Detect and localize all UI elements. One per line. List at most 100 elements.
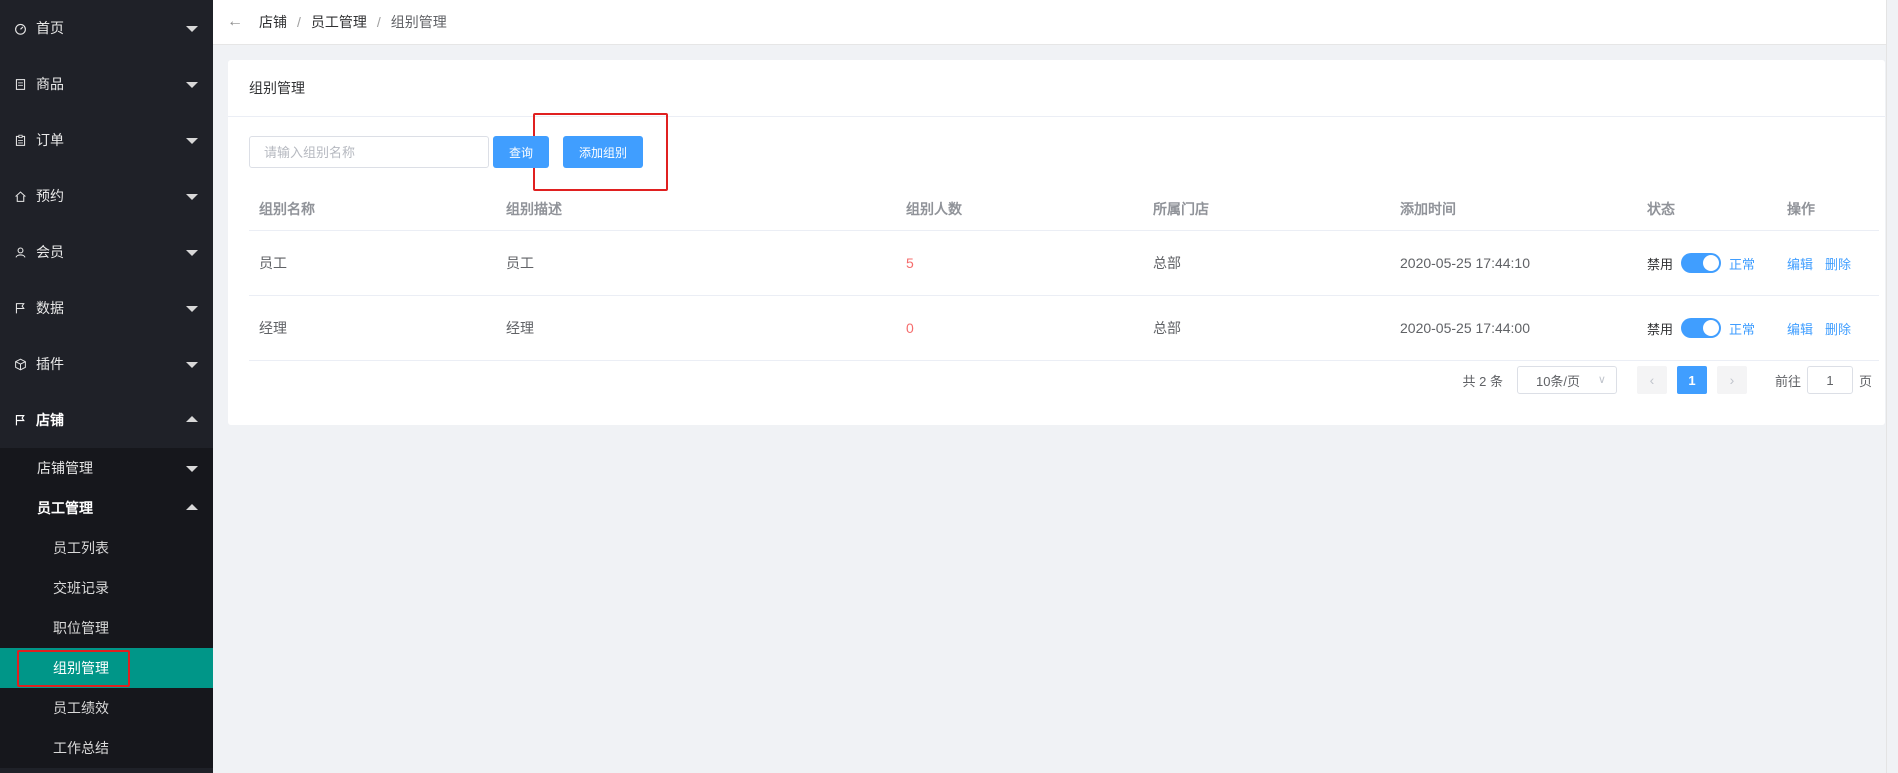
menu-label: 会员 bbox=[36, 244, 64, 260]
caret-down-icon bbox=[186, 306, 198, 312]
menu-data[interactable]: 数据 bbox=[0, 280, 213, 336]
menu-orders[interactable]: 订单 bbox=[0, 112, 213, 168]
menu-goods[interactable]: 商品 bbox=[0, 56, 213, 112]
breadcrumb-store[interactable]: 店铺 bbox=[259, 12, 287, 32]
cell-desc: 经理 bbox=[506, 320, 534, 336]
goto-suffix: 页 bbox=[1858, 373, 1872, 389]
chevron-down-icon: ∨ bbox=[1597, 374, 1606, 386]
menu-item-staff-performance[interactable]: 员工绩效 bbox=[0, 688, 213, 728]
caret-down-icon bbox=[186, 82, 198, 88]
col-header-desc: 组别描述 bbox=[506, 201, 562, 217]
submenu-label: 店铺管理 bbox=[37, 460, 93, 476]
submenu-store-management[interactable]: 店铺管理 bbox=[0, 448, 213, 488]
cell-time: 2020-05-25 17:44:00 bbox=[1400, 320, 1530, 336]
prev-page-button[interactable]: ‹ bbox=[1636, 366, 1667, 394]
group-name-search-input[interactable] bbox=[249, 136, 489, 168]
status-on-label: 正常 bbox=[1729, 256, 1756, 272]
cell-desc: 员工 bbox=[506, 255, 534, 271]
menu-store[interactable]: 店铺 bbox=[0, 392, 213, 448]
query-button[interactable]: 查询 bbox=[493, 136, 549, 168]
cell-store: 总部 bbox=[1153, 320, 1181, 336]
submenu-staff-management[interactable]: 员工管理 bbox=[0, 488, 213, 528]
menu-item-shift-records[interactable]: 交班记录 bbox=[0, 568, 213, 608]
home-icon bbox=[12, 188, 28, 204]
menu-home[interactable]: 首页 bbox=[0, 0, 213, 56]
sidebar: 首页 商品 订单 预约 会员 数据 插件 店铺 店铺管理 员工管理 员工列表 交… bbox=[0, 0, 213, 773]
status-switch-group: 禁用 正常 bbox=[1647, 318, 1777, 338]
status-toggle[interactable] bbox=[1681, 318, 1722, 338]
menu-item-group-management[interactable]: 组别管理 bbox=[0, 648, 213, 688]
menu-label: 预约 bbox=[36, 188, 64, 204]
menu-label: 数据 bbox=[36, 300, 64, 316]
cell-status: 禁用 正常 bbox=[1637, 318, 1777, 338]
cell-store: 总部 bbox=[1153, 255, 1181, 271]
caret-down-icon bbox=[186, 250, 198, 256]
pagination-total: 共 2 条 bbox=[1462, 373, 1503, 389]
page-size-value: 10条/页 bbox=[1535, 373, 1581, 389]
cell-status: 禁用 正常 bbox=[1637, 253, 1777, 273]
cell-count: 5 bbox=[906, 255, 914, 271]
leaf-label: 职位管理 bbox=[53, 620, 109, 636]
toolbar: 查询 添加组别 bbox=[249, 136, 643, 168]
delete-link[interactable]: 删除 bbox=[1825, 257, 1851, 272]
caret-down-icon bbox=[186, 138, 198, 144]
top-bar: ← 店铺 / 员工管理 / 组别管理 bbox=[213, 0, 1898, 45]
col-header-count: 组别人数 bbox=[906, 201, 962, 217]
menu-label: 商品 bbox=[36, 76, 64, 92]
menu-label: 订单 bbox=[36, 132, 64, 148]
page-size-select[interactable]: 10条/页 ∨ bbox=[1516, 366, 1617, 394]
breadcrumb-staff-management[interactable]: 员工管理 bbox=[311, 12, 367, 32]
highlight-box bbox=[17, 650, 130, 687]
caret-down-icon bbox=[186, 26, 198, 32]
caret-down-icon bbox=[186, 466, 198, 472]
menu-item-position-management[interactable]: 职位管理 bbox=[0, 608, 213, 648]
edit-link[interactable]: 编辑 bbox=[1787, 257, 1813, 272]
menu-item-staff-list[interactable]: 员工列表 bbox=[0, 528, 213, 568]
add-group-button[interactable]: 添加组别 bbox=[563, 136, 643, 168]
leaf-label: 员工绩效 bbox=[53, 700, 109, 716]
col-header-name: 组别名称 bbox=[259, 201, 315, 217]
col-header-time: 添加时间 bbox=[1400, 201, 1456, 217]
col-header-store: 所属门店 bbox=[1153, 201, 1209, 217]
dashboard-icon bbox=[12, 20, 28, 36]
status-switch-group: 禁用 正常 bbox=[1647, 253, 1777, 273]
flag-icon bbox=[12, 412, 28, 428]
cell-count: 0 bbox=[906, 320, 914, 336]
cell-name: 员工 bbox=[259, 255, 287, 271]
status-toggle[interactable] bbox=[1681, 253, 1722, 273]
delete-link[interactable]: 删除 bbox=[1825, 322, 1851, 337]
user-icon bbox=[12, 244, 28, 260]
menu-booking[interactable]: 预约 bbox=[0, 168, 213, 224]
store-submenu: 店铺管理 员工管理 员工列表 交班记录 职位管理 组别管理 员工绩效 工作总结 bbox=[0, 448, 213, 768]
vertical-scrollbar[interactable] bbox=[1886, 0, 1898, 773]
back-arrow-icon[interactable]: ← bbox=[227, 13, 243, 31]
cube-icon bbox=[12, 356, 28, 372]
goto-page-input[interactable] bbox=[1806, 366, 1853, 394]
col-header-actions: 操作 bbox=[1787, 201, 1815, 217]
cell-time: 2020-05-25 17:44:10 bbox=[1400, 255, 1530, 271]
pagination: 共 2 条 10条/页 ∨ ‹ 1 › 前往 页 bbox=[1462, 366, 1872, 394]
toggle-knob bbox=[1703, 255, 1720, 271]
caret-down-icon bbox=[186, 194, 198, 200]
menu-plugins[interactable]: 插件 bbox=[0, 336, 213, 392]
page-number-current[interactable]: 1 bbox=[1676, 366, 1707, 394]
cell-actions: 编辑 删除 bbox=[1777, 319, 1879, 338]
flag-icon bbox=[12, 300, 28, 316]
submenu-label: 员工管理 bbox=[37, 500, 93, 516]
table-row: 员工 员工 5 总部 2020-05-25 17:44:10 禁用 正常 编辑删… bbox=[249, 231, 1879, 296]
edit-link[interactable]: 编辑 bbox=[1787, 322, 1813, 337]
menu-label: 插件 bbox=[36, 356, 64, 372]
menu-label: 首页 bbox=[36, 20, 64, 36]
caret-up-icon bbox=[186, 416, 198, 422]
status-off-label: 禁用 bbox=[1647, 256, 1674, 272]
toggle-knob bbox=[1703, 320, 1720, 336]
breadcrumb-separator: / bbox=[297, 14, 301, 30]
next-page-button[interactable]: › bbox=[1716, 366, 1747, 394]
page-jumper: 前往 页 bbox=[1775, 366, 1872, 394]
menu-item-work-summary[interactable]: 工作总结 bbox=[0, 728, 213, 768]
goto-prefix: 前往 bbox=[1774, 373, 1801, 389]
menu-label: 店铺 bbox=[36, 412, 64, 428]
caret-down-icon bbox=[186, 362, 198, 368]
menu-members[interactable]: 会员 bbox=[0, 224, 213, 280]
leaf-label: 员工列表 bbox=[53, 540, 109, 556]
